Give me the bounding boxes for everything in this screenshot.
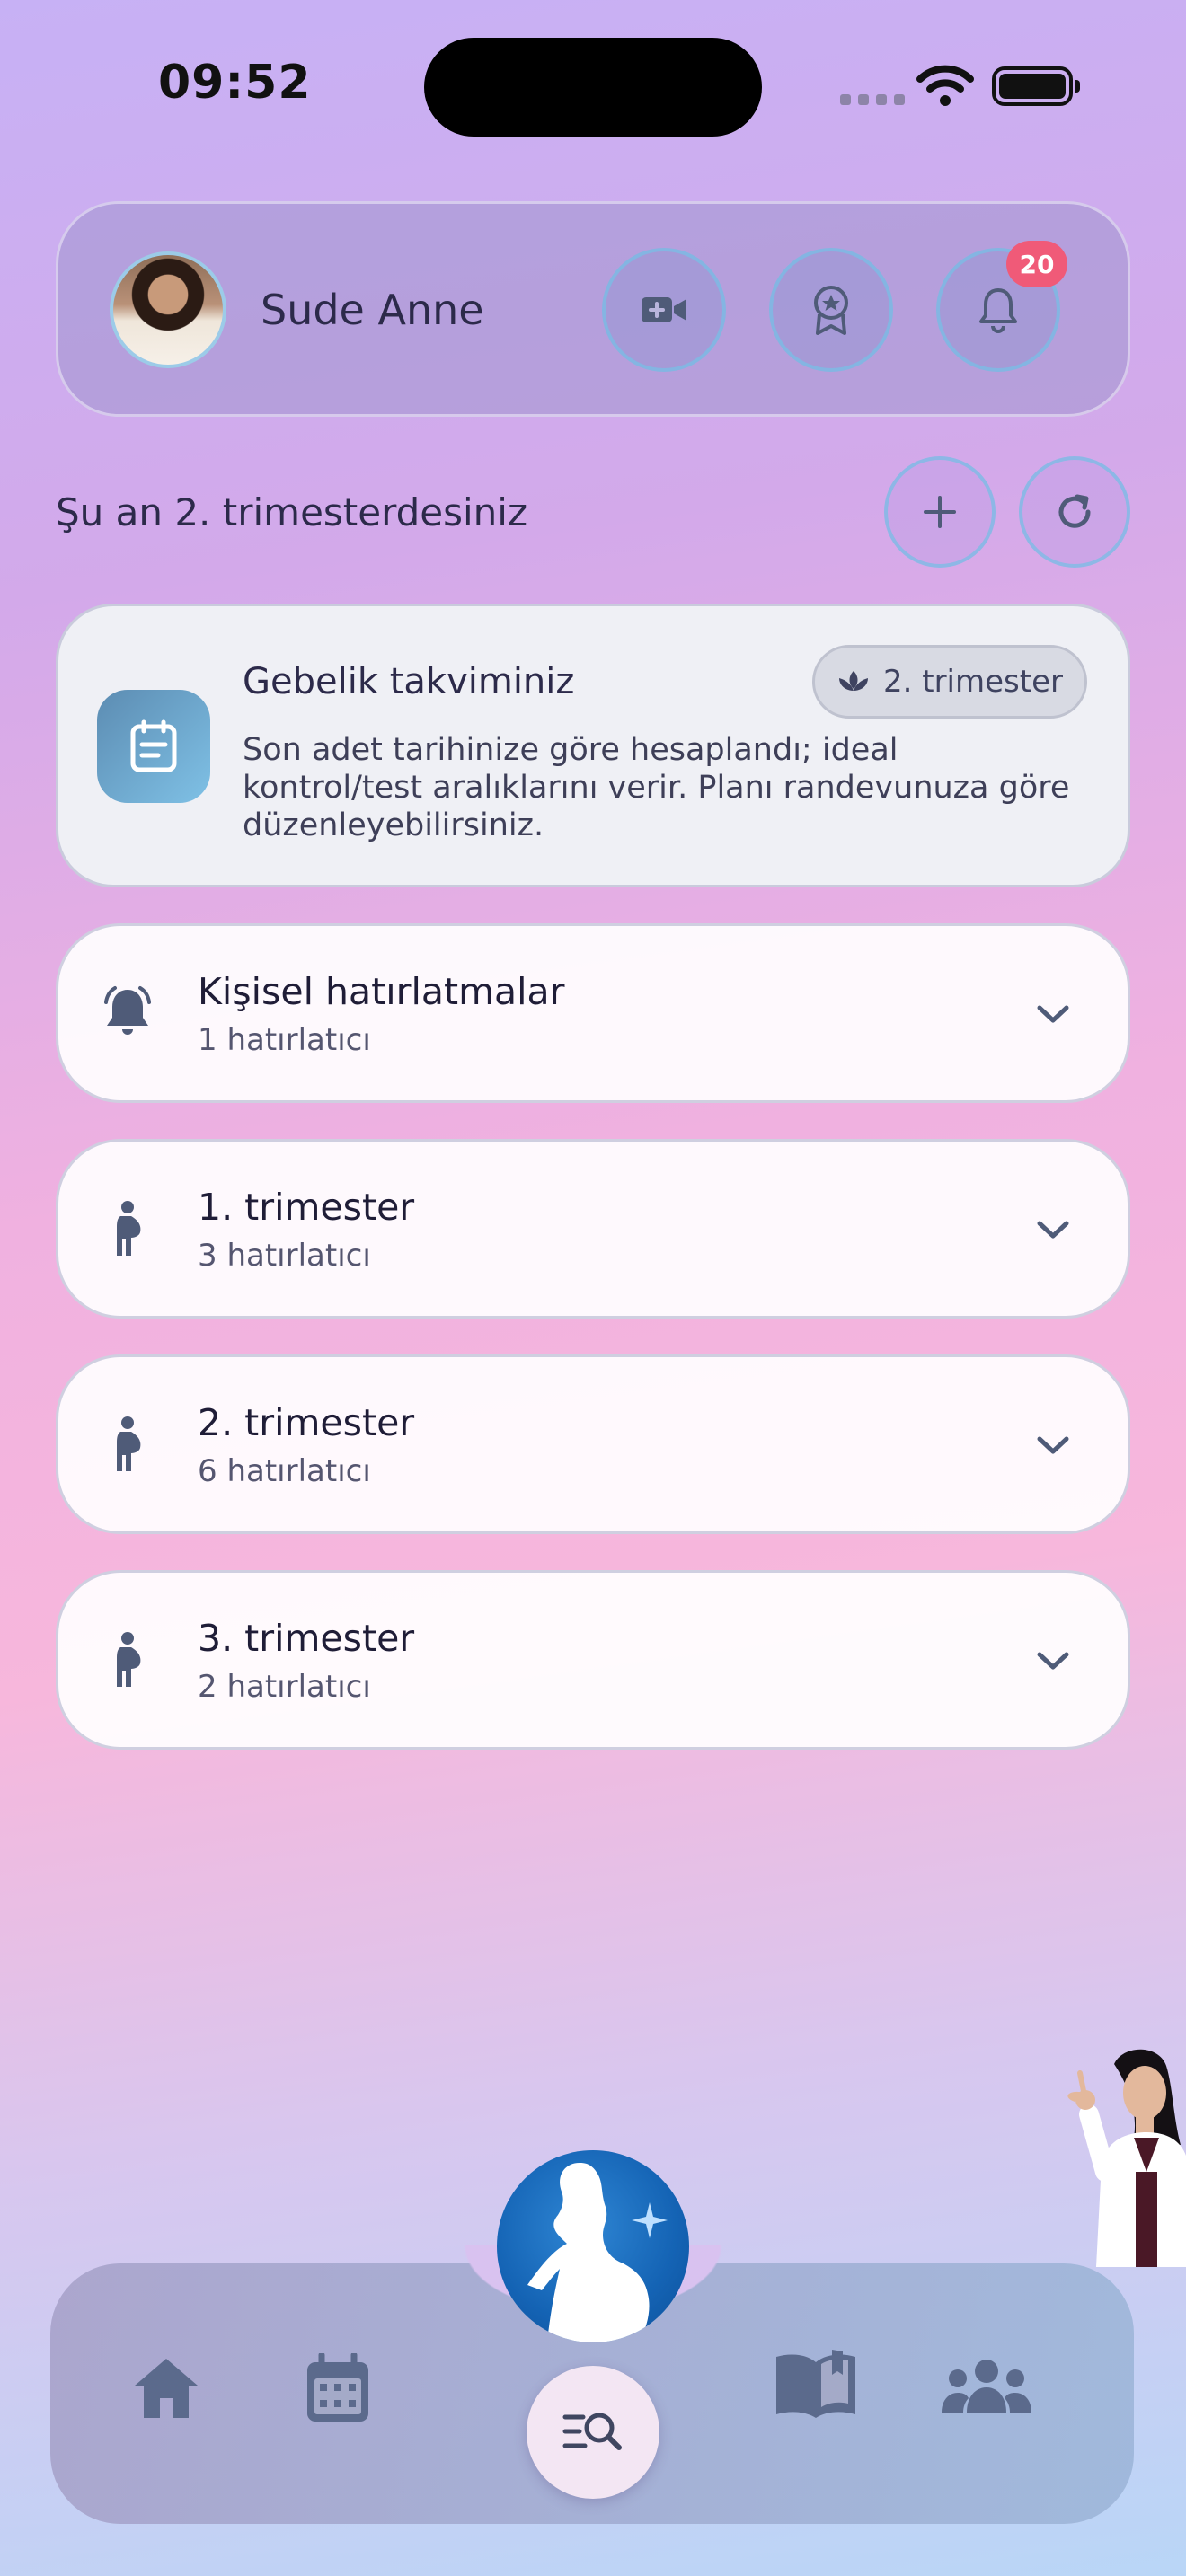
calendar-note-icon	[130, 719, 177, 772]
dynamic-island	[424, 38, 762, 137]
wifi-icon	[916, 65, 974, 106]
list-search-icon	[562, 2413, 622, 2450]
assistant-avatar[interactable]	[988, 2037, 1186, 2267]
achievements-button[interactable]	[769, 248, 893, 372]
current-trimester-text: Şu an 2. trimesterdesiniz	[56, 490, 528, 534]
section-title: Kişisel hatırlatmalar	[198, 970, 565, 1013]
refresh-button[interactable]	[1019, 456, 1130, 568]
trimester-chip[interactable]: 2. trimester	[812, 645, 1087, 719]
trimester-chip-label: 2. trimester	[883, 664, 1063, 700]
avatar[interactable]	[110, 251, 226, 368]
status-time: 09:52	[158, 56, 312, 110]
section-trimester-3[interactable]	[56, 1570, 1130, 1750]
pregnant-silhouette-icon	[527, 2163, 668, 2342]
chevron-down-icon[interactable]	[1035, 1002, 1071, 1026]
battery-icon	[992, 66, 1080, 106]
chevron-down-icon[interactable]	[1035, 1434, 1071, 1457]
section-subtitle: 6 hatırlatıcı	[198, 1453, 371, 1489]
pregnancy-assistant-button[interactable]	[497, 2150, 689, 2342]
section-title: 3. trimester	[198, 1617, 415, 1660]
video-call-button[interactable]	[602, 248, 726, 372]
section-subtitle: 3 hatırlatıcı	[198, 1238, 371, 1274]
chevron-down-icon[interactable]	[1035, 1218, 1071, 1241]
pregnant-icon	[117, 1416, 141, 1471]
pregnant-icon	[117, 1632, 141, 1687]
book-icon[interactable]	[773, 2348, 859, 2420]
plus-icon	[924, 496, 956, 528]
section-personal-reminders[interactable]	[56, 923, 1130, 1103]
user-name: Sude Anne	[261, 286, 484, 334]
bell-icon	[104, 986, 151, 1035]
cellular-signal-icon	[840, 94, 905, 105]
pregnant-icon	[117, 1201, 141, 1256]
section-title: 2. trimester	[198, 1401, 415, 1444]
refresh-icon	[1058, 494, 1091, 528]
video-plus-icon	[642, 297, 686, 322]
calendar-card-description: Son adet tarihinize göre hesaplandı; ide…	[243, 732, 1070, 843]
award-icon	[814, 286, 848, 335]
section-trimester-2[interactable]	[56, 1354, 1130, 1534]
calendar-tile	[97, 690, 210, 803]
lotus-icon	[839, 671, 868, 691]
section-trimester-1[interactable]	[56, 1139, 1130, 1319]
section-title: 1. trimester	[198, 1186, 415, 1229]
bell-icon	[979, 288, 1017, 333]
search-button[interactable]	[527, 2366, 659, 2499]
chevron-down-icon[interactable]	[1035, 1649, 1071, 1672]
community-icon[interactable]	[940, 2357, 1033, 2416]
calendar-icon[interactable]	[304, 2353, 372, 2425]
notification-count-badge: 20	[1006, 241, 1067, 287]
add-button[interactable]	[884, 456, 996, 568]
calendar-card-title: Gebelik takviminiz	[243, 661, 575, 702]
section-subtitle: 1 hatırlatıcı	[198, 1022, 371, 1058]
home-icon[interactable]	[131, 2355, 201, 2420]
section-subtitle: 2 hatırlatıcı	[198, 1669, 371, 1705]
